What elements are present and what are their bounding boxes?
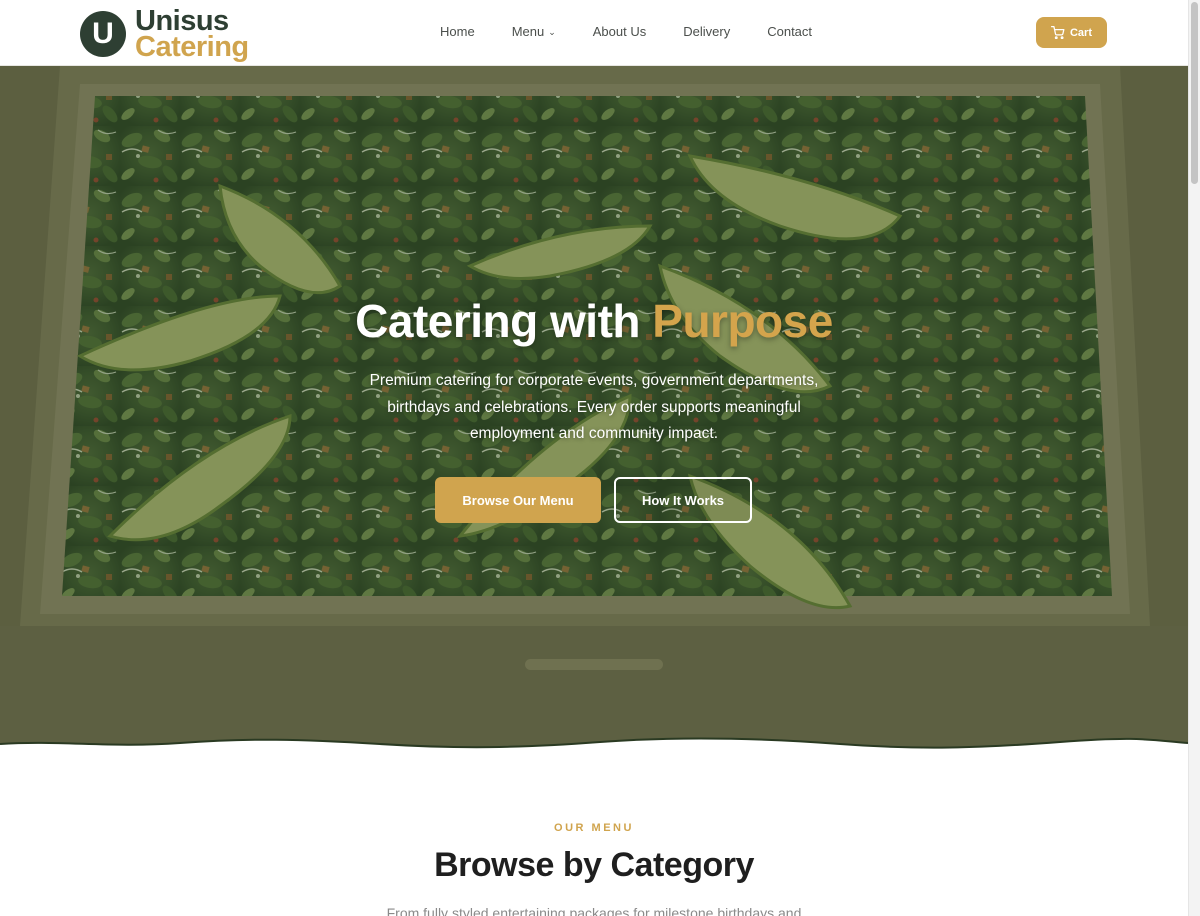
main-nav: Home Menu ⌄ About Us Delivery Contact <box>440 24 812 39</box>
chevron-down-icon: ⌄ <box>548 27 556 37</box>
cart-label: Cart <box>1069 26 1092 39</box>
hero-title-main: Catering with <box>355 295 640 347</box>
nav-home-label: Home <box>440 24 475 39</box>
hero-title-accent: Purpose <box>652 295 833 347</box>
cart-icon <box>1050 26 1065 39</box>
nav-delivery-label: Delivery <box>683 24 731 39</box>
nav-delivery[interactable]: Delivery <box>683 24 730 39</box>
page-scrollbar[interactable] <box>1188 0 1200 916</box>
logo-word-catering: Catering <box>135 31 249 63</box>
hero-wave-divider <box>0 737 1188 756</box>
hero-title: Catering with Purpose <box>0 294 1188 348</box>
nav-menu-label: Menu <box>511 24 545 39</box>
how-it-works-button[interactable]: How It Works <box>614 477 752 523</box>
nav-about-label: About Us <box>592 24 647 39</box>
nav-menu[interactable]: Menu ⌄ <box>512 24 556 39</box>
hero-subtitle: Premium catering for corporate events, g… <box>369 372 819 442</box>
browse-menu-button[interactable]: Browse Our Menu <box>435 477 601 523</box>
menu-eyebrow: OUR MENU <box>554 822 634 834</box>
scrollbar-thumb[interactable] <box>1191 2 1198 184</box>
logo-wordmark: Unisus Catering <box>135 7 249 63</box>
site-header: U Unisus Catering Home Menu ⌄ About Us De… <box>0 0 1188 66</box>
nav-home[interactable]: Home <box>440 24 475 39</box>
menu-description: From fully styled entertaining packages … <box>386 905 802 916</box>
hero-section: Catering with Purpose Premium catering f… <box>0 66 1188 756</box>
nav-about-us[interactable]: About Us <box>593 24 646 39</box>
brand-logo[interactable]: U Unisus Catering <box>80 7 249 63</box>
browse-category-title: Browse by Category <box>434 846 754 884</box>
cart-button[interactable]: Cart <box>1036 17 1107 48</box>
nav-contact-label: Contact <box>767 24 813 39</box>
nav-contact[interactable]: Contact <box>767 24 812 39</box>
logo-mark: U <box>80 11 126 57</box>
